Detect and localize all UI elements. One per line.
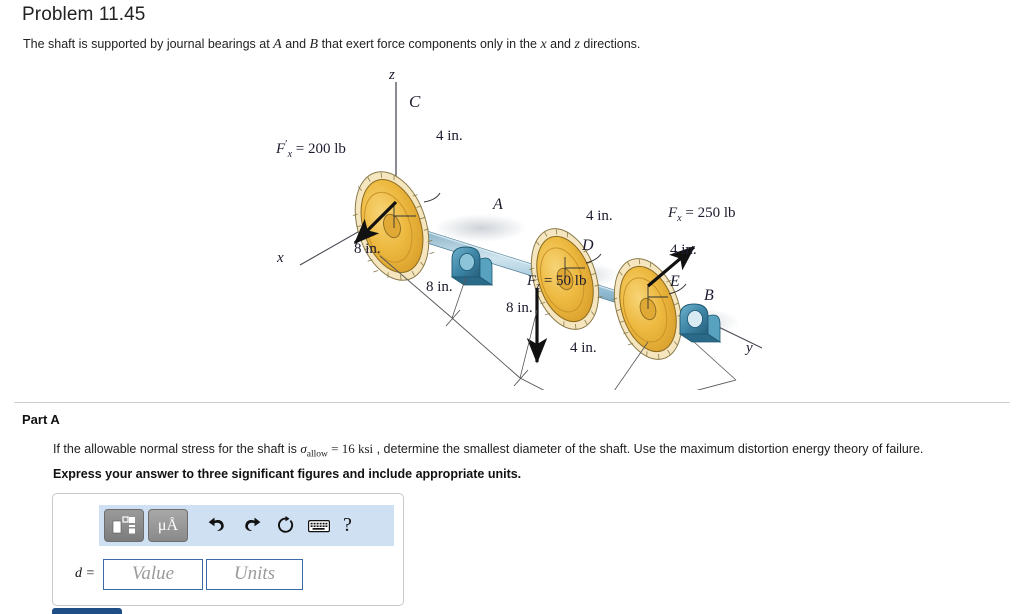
point-a-label: A [493, 196, 503, 213]
force-c-label: F′x = 200 lb [276, 138, 346, 160]
sigma-subscript: allow [306, 449, 328, 460]
reset-button[interactable] [269, 510, 301, 541]
axis-x-label: x [277, 250, 284, 266]
dimension-1-label: 8 in. [354, 241, 381, 257]
help-button[interactable]: ? [343, 514, 352, 537]
keyboard-icon [308, 519, 330, 532]
redo-icon [244, 517, 260, 531]
intro-text-pre: The shaft is supported by journal bearin… [23, 37, 274, 51]
problem-page: Problem 11.45 The shaft is supported by … [0, 0, 1024, 614]
question-text-pre: If the allowable normal stress for the s… [53, 442, 301, 456]
dimension-4-label: 4 in. [570, 340, 597, 356]
part-a-question: If the allowable normal stress for the s… [53, 441, 923, 460]
force-d-symbol: F [527, 273, 537, 289]
shaft-diagram: z C F′x = 200 lb 4 in. A x 8 in. 8 in. 8… [0, 60, 1024, 390]
force-e-symbol: F [668, 205, 678, 221]
intro-text-and: and [546, 37, 575, 51]
force-c-subscript: x [287, 149, 293, 160]
value-input[interactable]: Value [103, 558, 203, 590]
dimension-2-label: 8 in. [426, 279, 453, 295]
answer-box: μÅ ? d = Value Units [52, 493, 404, 606]
intro-text-end: directions. [579, 37, 641, 51]
point-e-label: E [670, 273, 680, 290]
intro-var-b: B [309, 37, 319, 52]
intro-text-mid: and [281, 37, 310, 51]
reset-icon [277, 516, 293, 533]
force-c-value: = 200 lb [295, 141, 346, 157]
diagram-svg [299, 82, 763, 390]
sigma-equation: = 16 ksi [327, 441, 374, 456]
page-title: Problem 11.45 [22, 4, 146, 25]
redo-button[interactable] [235, 510, 267, 541]
problem-statement: The shaft is supported by journal bearin… [23, 37, 640, 53]
template-button[interactable] [104, 509, 144, 542]
part-a-title: Part A [22, 412, 60, 427]
leader-c [423, 192, 441, 203]
dimension-3-label: 8 in. [506, 300, 533, 316]
units-button[interactable]: μÅ [148, 509, 188, 542]
template-icon [112, 516, 135, 534]
units-button-label: μÅ [157, 516, 179, 534]
section-divider [14, 402, 1010, 403]
answer-variable-label: d = [75, 566, 95, 581]
point-b-label: B [704, 287, 714, 304]
force-d-value: = 50 lb [543, 273, 587, 289]
force-d-subscript: z [536, 281, 541, 292]
units-input[interactable]: Units [206, 558, 303, 590]
submit-button[interactable] [52, 608, 122, 614]
undo-icon [208, 517, 224, 531]
intro-text-post: that exert force components only in the [318, 37, 541, 51]
part-a-instruction: Express your answer to three significant… [53, 467, 522, 481]
gear-c [352, 171, 435, 281]
intro-var-a: A [273, 37, 282, 52]
axis-y-label: y [746, 340, 753, 356]
answer-input-row: d = Value Units [53, 554, 403, 594]
gear-e [612, 258, 686, 360]
radius-c-label: 4 in. [436, 128, 463, 144]
radius-e-label: 4 in. [670, 242, 697, 258]
force-e-label: Fx = 250 lb [668, 206, 736, 224]
point-d-label: D [582, 237, 594, 254]
question-text-post: , determine the smallest diameter of the… [373, 442, 924, 456]
point-c-label: C [409, 92, 421, 111]
force-d-label: Fz = 50 lb [527, 274, 586, 292]
force-e-subscript: x [677, 213, 682, 224]
answer-toolbar: μÅ ? [99, 505, 394, 546]
radius-d-label: 4 in. [586, 208, 613, 224]
undo-button[interactable] [201, 510, 233, 541]
keyboard-button[interactable] [303, 510, 335, 541]
force-e-value: = 250 lb [685, 205, 736, 221]
axis-z-label: z [389, 67, 395, 83]
